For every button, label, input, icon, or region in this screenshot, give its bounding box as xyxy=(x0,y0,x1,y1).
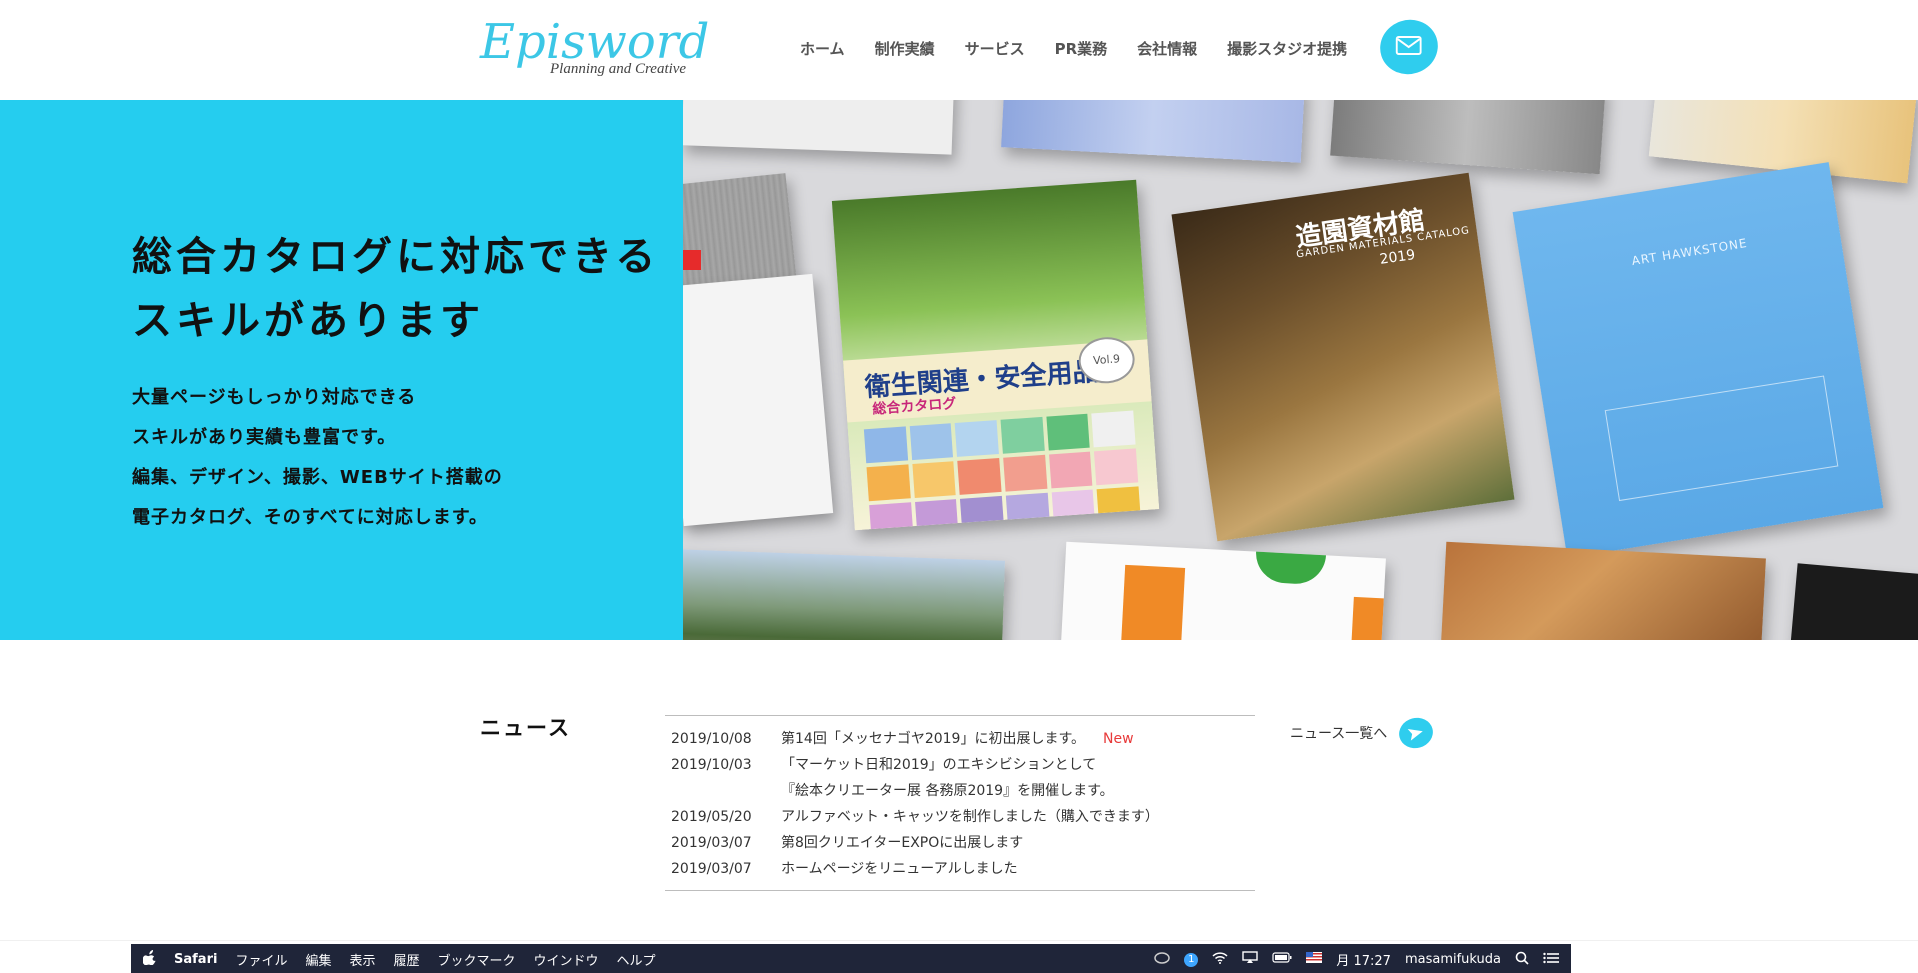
mail-icon xyxy=(1395,36,1422,56)
hero-desc-line: 大量ページもしっかり対応できる xyxy=(132,387,417,408)
menubar-left: Safari ファイル 編集 表示 履歴 ブックマーク ウインドウ ヘルプ xyxy=(142,950,656,969)
catalog-art-hawkstone: ART HAWKSTONE xyxy=(1512,162,1884,558)
menubar-menu-bookmarks[interactable]: ブックマーク xyxy=(438,950,516,969)
catalog-image xyxy=(1001,100,1305,163)
news-item[interactable]: 2019/10/03 「マーケット日和2019」のエキシビションとして 『絵本ク… xyxy=(665,752,1255,804)
hero-description: 大量ページもしっかり対応できる スキルがあり実績も豊富です。 編集、デザイン、撮… xyxy=(132,378,503,538)
news-more-link[interactable]: ニュース一覧へ xyxy=(1290,714,1437,752)
news-title-text: 「マーケット日和2019」のエキシビションとして xyxy=(781,757,1097,773)
us-flag-icon[interactable] xyxy=(1306,952,1323,967)
news-title[interactable]: アルファベット・キャッツを制作しました（購入できます） xyxy=(781,804,1255,830)
catalog-icon-grid xyxy=(863,410,1141,531)
news-list: 2019/10/08 第14回「メッセナゴヤ2019」に初出展します。 New 2… xyxy=(665,715,1255,891)
news-title-text: 第14回「メッセナゴヤ2019」に初出展します。 xyxy=(781,731,1086,747)
spotlight-search-icon[interactable] xyxy=(1515,951,1529,969)
hero-catalog-photo: 衛生関連・安全用品 総合カタログ Vol.9 造園資材館 GARDEN MATE… xyxy=(683,100,1918,640)
menubar-menu-help[interactable]: ヘルプ xyxy=(617,950,656,969)
menubar-status: 1 月 17:27 masamifukuda xyxy=(1154,950,1559,969)
news-date: 2019/10/08 xyxy=(671,731,752,747)
news-date: 2019/03/07 xyxy=(671,861,752,877)
hero-desc-line: 編集、デザイン、撮影、WEBサイト搭載の xyxy=(132,467,503,488)
menubar-menu-history[interactable]: 履歴 xyxy=(393,950,419,969)
catalog-image xyxy=(1788,563,1918,640)
news-date: 2019/03/07 xyxy=(671,835,752,851)
news-title[interactable]: 第14回「メッセナゴヤ2019」に初出展します。 New xyxy=(781,726,1255,752)
hero-banner: 総合カタログに対応できる スキルがあります 大量ページもしっかり対応できる スキ… xyxy=(0,100,1918,640)
catalog-image xyxy=(683,273,834,527)
nav-item-company[interactable]: 会社情報 xyxy=(1137,38,1197,59)
catalog-shape xyxy=(1120,564,1186,640)
menubar-menu-window[interactable]: ウインドウ xyxy=(534,950,599,969)
hero-text-panel: 総合カタログに対応できる スキルがあります 大量ページもしっかり対応できる スキ… xyxy=(0,100,683,640)
news-date: 2019/10/03 xyxy=(671,757,752,773)
site-header: Episword Planning and Creative ホーム 制作実績 … xyxy=(0,0,1918,100)
notification-badge[interactable]: 1 xyxy=(1184,952,1199,967)
nav-item-works[interactable]: 制作実績 xyxy=(875,38,935,59)
menubar-user[interactable]: masamifukuda xyxy=(1405,952,1501,967)
hero-desc-line: スキルがあり実績も豊富です。 xyxy=(132,427,397,448)
news-more-label: ニュース一覧へ xyxy=(1290,726,1388,742)
news-item[interactable]: 2019/03/07 第8回クリエイターEXPOに出展します xyxy=(665,830,1255,856)
new-badge: New xyxy=(1103,731,1134,747)
news-item[interactable]: 2019/05/20 アルファベット・キャッツを制作しました（購入できます） xyxy=(665,804,1255,830)
news-item[interactable]: 2019/03/07 ホームページをリニューアルしました xyxy=(665,856,1255,882)
catalog-title: ART HAWKSTONE xyxy=(1630,235,1749,269)
arrow-right-icon xyxy=(1396,714,1437,752)
divider xyxy=(0,940,1918,941)
notification-center-icon[interactable] xyxy=(1543,952,1559,968)
catalog-year: 2019 xyxy=(1378,247,1417,268)
logo-tagline: Planning and Creative xyxy=(550,61,687,77)
menubar-menu-file[interactable]: ファイル xyxy=(235,950,287,969)
news-title[interactable]: 「マーケット日和2019」のエキシビションとして 『絵本クリエーター展 各務原2… xyxy=(781,752,1255,804)
catalog-image xyxy=(1440,541,1766,640)
wifi-icon[interactable] xyxy=(1212,951,1228,968)
hero-desc-line: 電子カタログ、そのすべてに対応します。 xyxy=(132,507,488,528)
creative-cloud-icon[interactable] xyxy=(1154,951,1171,968)
menubar-menu-edit[interactable]: 編集 xyxy=(305,950,331,969)
menubar-menu-view[interactable]: 表示 xyxy=(349,950,375,969)
catalog-image xyxy=(1330,100,1606,175)
news-item[interactable]: 2019/10/08 第14回「メッセナゴヤ2019」に初出展します。 New xyxy=(665,726,1255,752)
contact-mail-button[interactable] xyxy=(1373,12,1445,82)
hero-title: 総合カタログに対応できる スキルがあります xyxy=(132,225,659,353)
news-heading: ニュース xyxy=(480,716,571,740)
news-title-text: 『絵本クリエーター展 各務原2019』を開催します。 xyxy=(781,783,1114,799)
menubar-clock[interactable]: 月 17:27 xyxy=(1336,950,1391,969)
macos-menubar: Safari ファイル 編集 表示 履歴 ブックマーク ウインドウ ヘルプ 1 … xyxy=(131,944,1571,973)
menubar-app-name[interactable]: Safari xyxy=(174,952,217,967)
catalog-image xyxy=(683,100,955,155)
catalog-shape xyxy=(1254,541,1327,586)
main-nav: ホーム 制作実績 サービス PR業務 会社情報 撮影スタジオ提携 xyxy=(800,38,1347,59)
catalog-line-art xyxy=(1604,375,1839,502)
battery-icon[interactable] xyxy=(1272,952,1292,967)
hero-title-line: スキルがあります xyxy=(132,298,484,344)
apple-icon[interactable] xyxy=(142,950,156,969)
catalog-image xyxy=(1060,541,1386,640)
nav-item-studio[interactable]: 撮影スタジオ提携 xyxy=(1227,38,1347,59)
news-title[interactable]: 第8回クリエイターEXPOに出展します xyxy=(781,830,1255,856)
catalog-image xyxy=(683,549,1005,640)
catalog-hygiene-safety: 衛生関連・安全用品 総合カタログ Vol.9 xyxy=(831,179,1160,531)
nav-item-pr[interactable]: PR業務 xyxy=(1055,38,1108,59)
catalog-shape xyxy=(1349,596,1386,640)
catalog-garden-materials: 造園資材館 GARDEN MATERIALS CATALOG 2019 xyxy=(1171,172,1515,542)
nav-item-home[interactable]: ホーム xyxy=(800,38,845,59)
news-title[interactable]: ホームページをリニューアルしました xyxy=(781,856,1255,882)
nav-item-services[interactable]: サービス xyxy=(965,38,1025,59)
news-date: 2019/05/20 xyxy=(671,809,752,825)
site-logo[interactable]: Episword Planning and Creative xyxy=(480,14,710,84)
airplay-icon[interactable] xyxy=(1242,951,1259,968)
hero-title-line: 総合カタログに対応できる xyxy=(132,234,660,280)
catalog-tab xyxy=(683,250,701,270)
